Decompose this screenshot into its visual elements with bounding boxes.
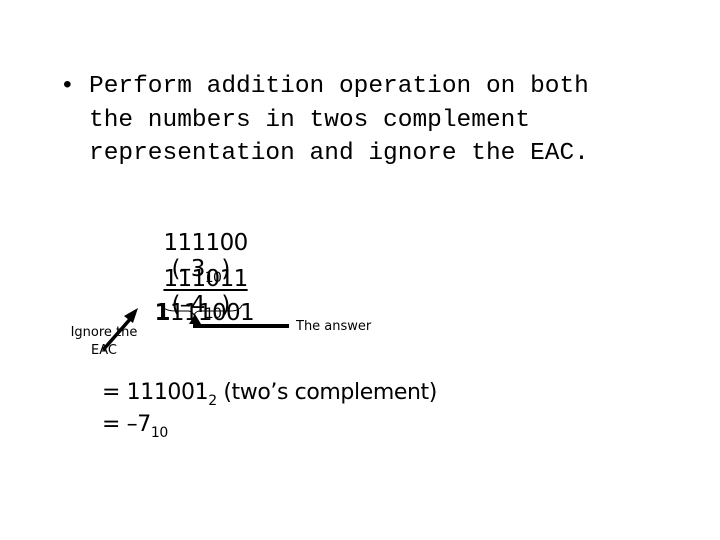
brace bbox=[161, 304, 243, 317]
result-line-2: = –710 bbox=[102, 412, 168, 441]
eac-label: Ignore the EAC bbox=[70, 325, 138, 358]
annotation-graphics bbox=[101, 304, 289, 352]
eac-arrow-head bbox=[124, 308, 138, 323]
answer-arrow-head bbox=[189, 314, 201, 324]
answer-arrow-line bbox=[193, 322, 289, 328]
result-line-1: = 1110012 (two’s complement) bbox=[102, 380, 437, 409]
answer-label: The answer bbox=[296, 319, 372, 334]
